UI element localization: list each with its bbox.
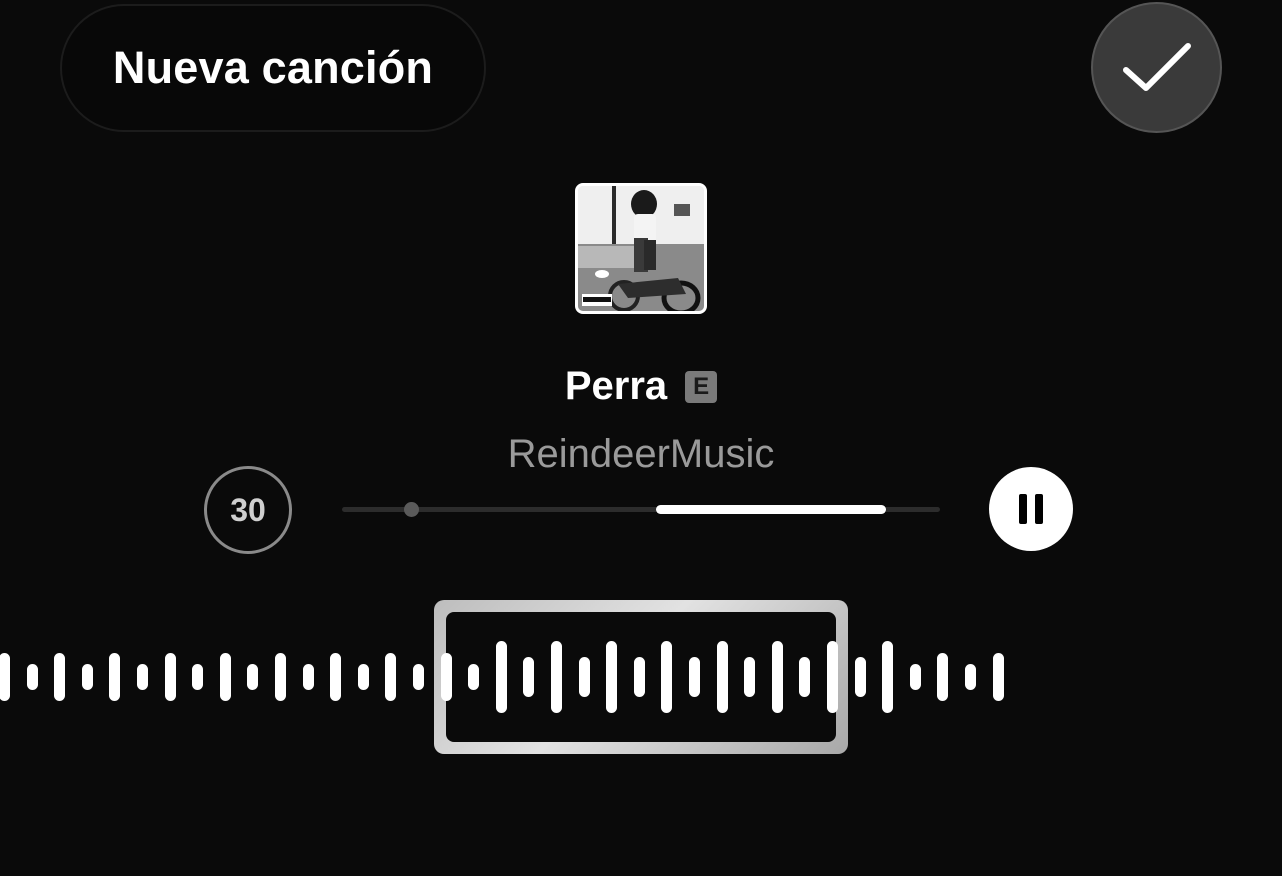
waveform-bar xyxy=(164,653,176,701)
confirm-button[interactable] xyxy=(1091,2,1222,133)
waveform-bar xyxy=(413,664,424,690)
album-cover-image xyxy=(578,186,704,311)
pause-button[interactable] xyxy=(989,467,1073,551)
track-title-row: Perra E xyxy=(0,360,1282,412)
waveform-bar xyxy=(909,664,921,690)
playhead-marker[interactable] xyxy=(403,502,419,517)
waveform-bar xyxy=(854,657,866,697)
waveform-bar xyxy=(578,657,590,697)
audio-waveform[interactable] xyxy=(0,600,1282,760)
waveform-bar xyxy=(54,653,66,701)
waveform-bar xyxy=(661,641,673,713)
artist-name: ReindeerMusic xyxy=(507,432,775,476)
pause-icon xyxy=(1019,494,1043,524)
checkmark-icon xyxy=(1122,42,1191,91)
waveform-bar xyxy=(882,641,894,713)
waveform-bar xyxy=(551,641,562,713)
waveform-bar xyxy=(495,641,507,713)
waveform-bar xyxy=(799,657,811,697)
waveform-bar xyxy=(26,664,38,690)
album-artwork xyxy=(575,183,707,314)
new-song-button[interactable]: Nueva canción xyxy=(60,4,486,132)
song-picker-screen: Nueva canción Perra E ReindeerMusic 30 xyxy=(0,0,1282,876)
waveform-bar xyxy=(689,657,700,697)
waveform-bar xyxy=(81,664,93,690)
waveform-bar xyxy=(827,641,838,713)
waveform-bar xyxy=(109,653,121,701)
waveform-bar xyxy=(0,653,10,701)
clip-length-button[interactable]: 30 xyxy=(204,466,292,554)
waveform-bar xyxy=(633,657,645,697)
waveform-bar xyxy=(468,664,480,690)
waveform-bar xyxy=(992,653,1004,701)
new-song-button-label: Nueva canción xyxy=(112,42,434,93)
track-title: Perra xyxy=(564,363,668,408)
waveform-bar xyxy=(771,641,783,713)
explicit-badge: E xyxy=(685,371,718,403)
waveform-bar xyxy=(302,664,314,690)
waveform-bar xyxy=(744,657,756,697)
waveform-bar xyxy=(137,664,148,690)
waveform-bar xyxy=(330,653,342,701)
clip-length-label: 30 xyxy=(230,491,266,528)
waveform-bar xyxy=(440,653,452,701)
waveform-bar xyxy=(716,641,728,713)
waveform-bar xyxy=(606,641,618,713)
waveform-bar xyxy=(192,664,204,690)
selected-clip-range xyxy=(655,505,887,514)
waveform-bar xyxy=(965,664,976,690)
song-progress-track[interactable] xyxy=(342,502,940,517)
waveform-bar xyxy=(357,664,369,690)
waveform-bar xyxy=(937,653,949,701)
waveform-bar xyxy=(247,664,259,690)
waveform-bar xyxy=(385,653,397,701)
waveform-bar xyxy=(275,653,286,701)
waveform-bar xyxy=(523,657,535,697)
waveform-bar xyxy=(219,653,231,701)
